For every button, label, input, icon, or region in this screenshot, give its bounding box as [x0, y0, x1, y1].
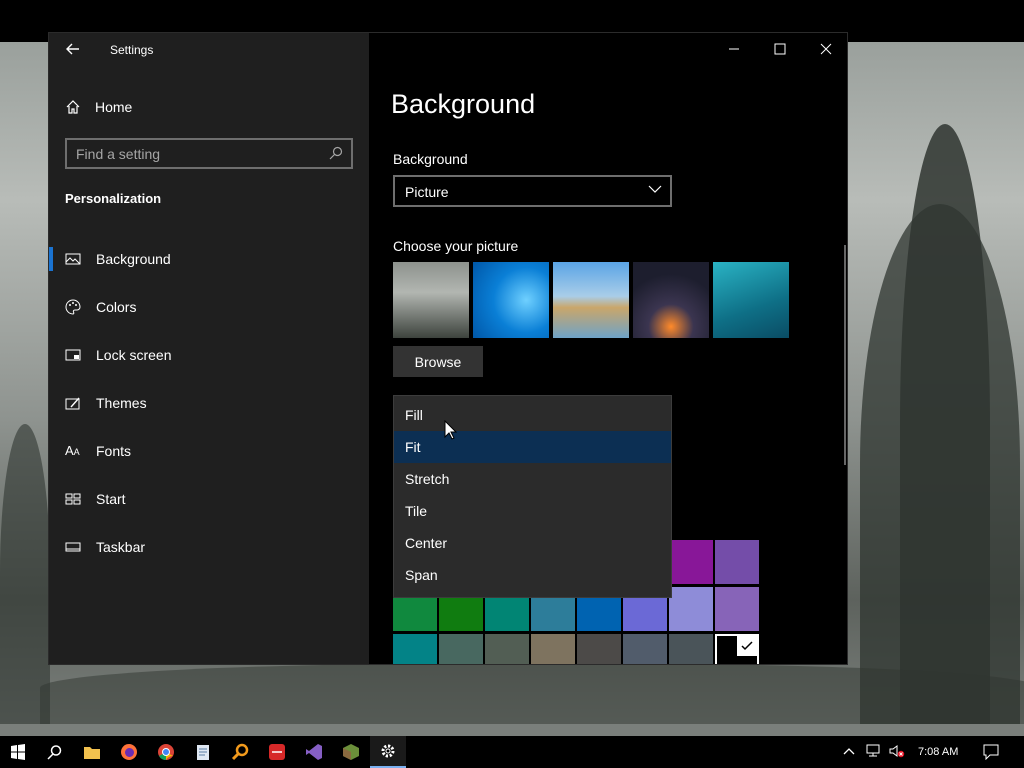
sidebar-item-colors[interactable]: Colors [49, 287, 369, 327]
color-swatch[interactable] [715, 540, 759, 584]
color-swatch[interactable] [393, 634, 437, 664]
chevron-up-icon[interactable] [842, 744, 856, 761]
sidebar-item-label: Colors [96, 299, 137, 315]
fit-option-fit[interactable]: Fit [394, 431, 671, 463]
page-title: Background [391, 89, 536, 119]
checkmark-icon [737, 636, 757, 656]
fonts-icon: AA [65, 443, 80, 458]
volume-muted-icon[interactable] [889, 744, 905, 761]
fit-option-fill[interactable]: Fill [394, 399, 671, 431]
taskbar: 7:08 AM [0, 736, 1024, 768]
chrome-icon[interactable] [148, 736, 184, 768]
search-icon [329, 146, 343, 165]
settings-gear-icon[interactable] [370, 736, 406, 768]
home-label: Home [95, 99, 133, 115]
sidebar-item-label: Background [96, 251, 171, 267]
sidebar-item-background[interactable]: Background [49, 239, 369, 279]
sidebar-item-label: Fonts [96, 443, 132, 459]
settings-sidebar: Settings Home Find a setting Personaliza… [49, 33, 369, 664]
themes-icon [65, 395, 81, 411]
back-arrow-icon[interactable] [65, 41, 81, 57]
search-input[interactable]: Find a setting [65, 138, 353, 169]
fit-option-stretch[interactable]: Stretch [394, 463, 671, 495]
notepad-icon[interactable] [185, 736, 221, 768]
visual-studio-icon[interactable] [296, 736, 332, 768]
close-button[interactable] [803, 33, 847, 67]
picture-thumbnail-night-sky[interactable] [633, 262, 709, 338]
background-type-select[interactable]: Picture [393, 175, 672, 207]
title-bar: Settings [49, 33, 369, 67]
picture-thumbnail-underwater[interactable] [713, 262, 789, 338]
section-title: Personalization [65, 191, 162, 206]
color-swatch[interactable] [669, 540, 713, 584]
chevron-down-icon [648, 182, 662, 199]
sidebar-item-themes[interactable]: Themes [49, 383, 369, 423]
color-swatch[interactable] [439, 634, 483, 664]
search-icon[interactable] [37, 736, 73, 768]
search-tool-icon[interactable] [222, 736, 258, 768]
selection-indicator [49, 247, 53, 271]
color-swatch-selected[interactable] [715, 634, 759, 664]
sidebar-item-label: Lock screen [96, 347, 172, 363]
home-link[interactable]: Home [65, 97, 132, 117]
color-swatch[interactable] [623, 634, 667, 664]
window-title: Settings [110, 43, 154, 57]
firefox-icon[interactable] [111, 736, 147, 768]
color-swatch[interactable] [485, 634, 529, 664]
fit-option-span[interactable]: Span [394, 559, 671, 591]
picture-thumbnail-forest[interactable] [393, 262, 469, 338]
color-swatch[interactable] [715, 587, 759, 631]
minimize-icon [728, 42, 740, 58]
color-swatch[interactable] [669, 634, 713, 664]
choose-picture-label: Choose your picture [393, 238, 519, 254]
taskbar-icon [65, 539, 81, 555]
color-swatch[interactable] [669, 587, 713, 631]
minimize-button[interactable] [711, 33, 757, 67]
sidebar-item-fonts[interactable]: AA Fonts [49, 431, 369, 471]
lock-screen-icon [65, 347, 81, 363]
maximize-button[interactable] [757, 33, 803, 67]
clock[interactable]: 7:08 AM [918, 746, 958, 758]
color-swatch[interactable] [577, 634, 621, 664]
picture-thumbnail-windows[interactable] [473, 262, 549, 338]
file-explorer-icon[interactable] [74, 736, 110, 768]
palette-icon [65, 299, 81, 315]
close-icon [820, 42, 832, 58]
picture-icon [65, 251, 81, 267]
mouse-cursor-icon [444, 419, 458, 445]
maximize-icon [774, 42, 786, 58]
windows-start-icon[interactable] [0, 736, 36, 768]
browse-button[interactable]: Browse [393, 346, 483, 377]
picture-fit-dropdown: Fill Fit Stretch Tile Center Span [393, 395, 672, 598]
settings-window: Settings Home Find a setting Personaliza… [48, 32, 848, 665]
dev-tool-icon[interactable] [259, 736, 295, 768]
start-icon [65, 491, 81, 507]
sidebar-item-taskbar[interactable]: Taskbar [49, 527, 369, 567]
fit-option-tile[interactable]: Tile [394, 495, 671, 527]
sidebar-item-lock-screen[interactable]: Lock screen [49, 335, 369, 375]
minecraft-icon[interactable] [333, 736, 369, 768]
background-type-value: Picture [405, 184, 449, 200]
search-placeholder: Find a setting [76, 146, 161, 162]
main-content: Background Background Picture Choose you… [369, 33, 847, 664]
sidebar-item-start[interactable]: Start [49, 479, 369, 519]
action-center-icon[interactable] [983, 744, 999, 763]
sidebar-item-label: Taskbar [96, 539, 146, 555]
fit-option-center[interactable]: Center [394, 527, 671, 559]
picture-thumbnail-beach[interactable] [553, 262, 629, 338]
sidebar-item-label: Start [96, 491, 126, 507]
sidebar-item-label: Themes [96, 395, 147, 411]
scrollbar[interactable] [844, 245, 846, 465]
color-swatch[interactable] [531, 634, 575, 664]
home-icon [65, 99, 81, 115]
network-icon[interactable] [865, 744, 881, 761]
background-label: Background [393, 151, 468, 167]
